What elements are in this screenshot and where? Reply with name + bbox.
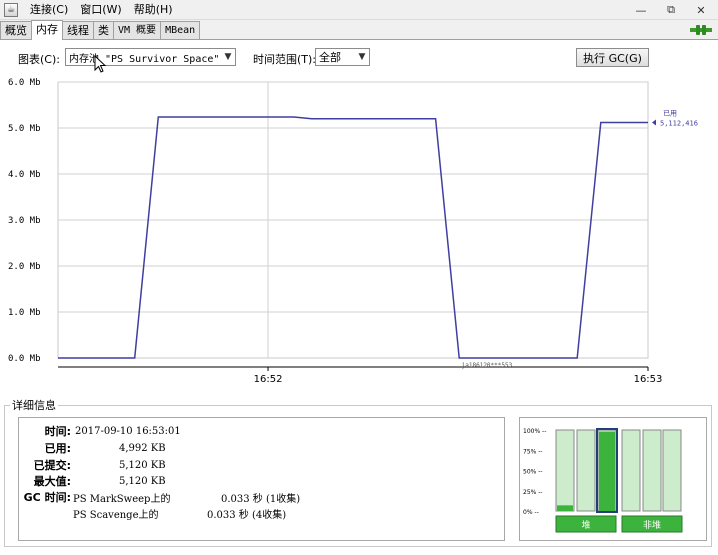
pool-bar (642, 429, 662, 512)
menu-bar: ☕ 连接(C) 窗口(W) 帮助(H) — ⧉ ✕ (0, 0, 718, 20)
tab-mbean[interactable]: MBean (160, 21, 201, 39)
close-icon[interactable]: ✕ (690, 2, 712, 18)
heap-label: 堆 (581, 520, 590, 531)
chart-select[interactable]: 内存池 "PS Survivor Space" ▼ (65, 48, 236, 66)
gc2-time: 0.033 秒 (4收集) (207, 509, 287, 521)
menu-window[interactable]: 窗口(W) (74, 0, 127, 20)
nonheap-label: 非堆 (643, 519, 661, 531)
pool-bar (621, 429, 641, 512)
y-tick-label: 6.0 Mb (8, 78, 41, 88)
range-select[interactable]: 全部 ▼ (315, 48, 370, 66)
perform-gc-button[interactable]: 执行 GC(G) (576, 48, 649, 67)
y-tick-label: 4.0 Mb (8, 170, 41, 180)
chevron-down-icon: ▼ (224, 52, 232, 62)
pool-bar (576, 429, 596, 512)
pool-tick-label: 25% -- (523, 489, 543, 496)
detail-gc2-row: PS Scavenge上的 0.033 秒 (4收集) (19, 506, 499, 521)
current-value-label: 已用 (663, 109, 677, 117)
max-label: 最大值: (33, 475, 71, 488)
detail-time-row: 时间: 2017-09-10 16:53:01 (19, 424, 499, 438)
detail-committed-row: 已提交: 5,120 KB (19, 458, 499, 472)
memory-pools-chart: 100% -- 75% -- 50% -- 25% -- 0% -- 堆 非堆 (523, 428, 683, 533)
pool-tick-label: 0% -- (523, 509, 539, 516)
host-label: ja186120***553 (462, 362, 513, 369)
y-tick-label: 0.0 Mb (8, 354, 41, 364)
chart-label: 图表(C): (18, 53, 60, 66)
current-value-marker-icon (652, 119, 656, 126)
tab-overview[interactable]: 概览 (0, 21, 32, 39)
gc2-name: PS Scavenge上的 (73, 509, 159, 521)
time-label: 时间: (44, 425, 71, 438)
menu-connect[interactable]: 连接(C) (24, 0, 74, 20)
max-value: 5,120 KB (119, 475, 166, 487)
y-tick-label: 5.0 Mb (8, 124, 41, 134)
chart-select-value: 内存池 "PS Survivor Space" (69, 53, 220, 65)
tab-bar: 概览 内存 线程 类 VM 概要 MBean (0, 20, 718, 40)
tab-classes[interactable]: 类 (93, 21, 114, 39)
chevron-down-icon: ▼ (358, 52, 366, 62)
pool-tick-label: 75% -- (523, 448, 543, 455)
used-label: 已用: (44, 442, 71, 455)
memory-chart: 0.0 Mb 1.0 Mb 2.0 Mb 3.0 Mb 4.0 Mb 5.0 Mb 6.0 … (8, 78, 698, 385)
minimize-icon[interactable]: — (630, 2, 652, 18)
detail-gc1-row: GC 时间: PS MarkSweep上的 0.033 秒 (1收集) (19, 490, 499, 505)
mouse-cursor-icon (94, 55, 107, 73)
gc1-time: 0.033 秒 (1收集) (221, 493, 301, 505)
range-label: 时间范围(T): (253, 53, 317, 66)
gc-time-label: GC 时间: (23, 491, 71, 504)
details-title: 详细信息 (10, 397, 58, 413)
window-controls: — ⧉ ✕ (630, 2, 712, 18)
memory-pools-panel: 100% -- 75% -- 50% -- 25% -- 0% -- 堆 非堆 (519, 417, 707, 541)
current-value: 5,112,416 (660, 119, 698, 127)
committed-label: 已提交: (33, 459, 71, 472)
pool-tick-label: 50% -- (523, 469, 543, 476)
restore-icon[interactable]: ⧉ (660, 2, 682, 18)
range-select-value: 全部 (319, 51, 341, 64)
chart-controls: 图表(C): 内存池 "PS Survivor Space" ▼ 时间范围(T)… (0, 41, 718, 75)
pool-bar (555, 429, 575, 512)
y-tick-label: 3.0 Mb (8, 216, 41, 226)
gc1-name: PS MarkSweep上的 (73, 493, 171, 505)
menu-help[interactable]: 帮助(H) (128, 0, 179, 20)
pool-bar-fill (599, 431, 615, 511)
pool-bar (662, 429, 682, 512)
tab-vm-summary[interactable]: VM 概要 (113, 21, 162, 39)
y-tick-label: 2.0 Mb (8, 262, 41, 272)
detail-max-row: 最大值: 5,120 KB (19, 474, 499, 488)
app-icon: ☕ (4, 2, 18, 17)
details-panel: 时间: 2017-09-10 16:53:01 已用: 4,992 KB 已提交… (18, 417, 505, 541)
x-tick-label: 16:52 (254, 374, 283, 385)
pool-bar-fill (557, 505, 573, 511)
tab-memory[interactable]: 内存 (31, 20, 63, 40)
pool-tick-label: 100% -- (523, 428, 546, 435)
y-tick-label: 1.0 Mb (8, 308, 41, 318)
used-value: 4,992 KB (119, 442, 166, 454)
tab-threads[interactable]: 线程 (62, 21, 94, 39)
connection-status-icon (690, 25, 712, 35)
detail-used-row: 已用: 4,992 KB (19, 441, 499, 455)
x-tick-label: 16:53 (634, 374, 663, 385)
time-value: 2017-09-10 16:53:01 (75, 425, 181, 437)
committed-value: 5,120 KB (119, 459, 166, 471)
